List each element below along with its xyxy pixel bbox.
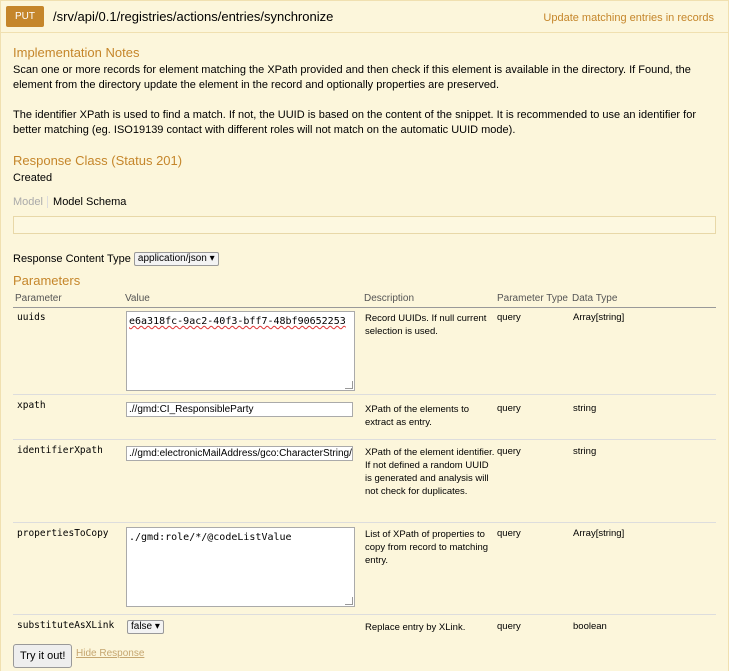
param-name: xpath bbox=[17, 400, 46, 411]
implementation-notes-heading: Implementation Notes bbox=[13, 45, 140, 60]
response-content-type: Response Content Type application/json ▾ bbox=[13, 252, 219, 266]
data-type: string bbox=[573, 403, 597, 414]
col-data-type: Data Type bbox=[572, 293, 618, 304]
data-type: Array[string] bbox=[573, 312, 625, 323]
col-value: Value bbox=[125, 293, 150, 304]
xpath-input[interactable]: .//gmd:CI_ResponsibleParty bbox=[126, 402, 353, 417]
data-type: boolean bbox=[573, 621, 607, 632]
param-description: XPath of the element identifier. If not … bbox=[365, 447, 495, 497]
param-name: identifierXpath bbox=[17, 445, 103, 456]
parameters-table-header: Parameter Value Description Parameter Ty… bbox=[13, 292, 716, 308]
param-row-xpath: xpath .//gmd:CI_ResponsibleParty XPath o… bbox=[13, 396, 716, 440]
param-name: propertiesToCopy bbox=[17, 528, 109, 539]
response-content-type-select[interactable]: application/json ▾ bbox=[133, 252, 219, 266]
endpoint-path[interactable]: /srv/api/0.1/registries/actions/entries/… bbox=[53, 9, 333, 24]
endpoint-summary[interactable]: Update matching entries in records bbox=[543, 12, 714, 24]
implementation-notes-para-1: Scan one or more records for element mat… bbox=[13, 64, 691, 91]
param-type: query bbox=[497, 528, 521, 539]
http-method-badge[interactable]: PUT bbox=[6, 6, 44, 27]
param-row-uuids: uuids e6a318fc-9ac2-40f3-bff7-48bf906522… bbox=[13, 308, 716, 395]
uuids-textarea[interactable]: e6a318fc-9ac2-40f3-bff7-48bf90652253 bbox=[126, 311, 355, 391]
resize-handle-icon[interactable] bbox=[345, 597, 353, 605]
param-type: query bbox=[497, 403, 521, 414]
properties-to-copy-textarea[interactable]: ./gmd:role/*/@codeListValue bbox=[126, 527, 355, 607]
param-description: XPath of the elements to extract as entr… bbox=[365, 404, 470, 428]
response-status-text: Created bbox=[13, 172, 53, 184]
data-type: string bbox=[573, 446, 597, 457]
col-parameter: Parameter bbox=[15, 293, 62, 304]
col-parameter-type: Parameter Type bbox=[497, 293, 568, 304]
identifier-xpath-input[interactable]: .//gmd:electronicMailAddress/gco:Charact… bbox=[126, 446, 353, 461]
operation-header[interactable]: PUT /srv/api/0.1/registries/actions/entr… bbox=[1, 1, 728, 33]
model-schema-snippet bbox=[13, 216, 716, 234]
data-type: Array[string] bbox=[573, 528, 625, 539]
param-row-identifier-xpath: identifierXpath .//gmd:electronicMailAdd… bbox=[13, 441, 716, 523]
tab-model-schema[interactable]: Model Schema bbox=[51, 196, 126, 208]
hide-response-link[interactable]: Hide Response bbox=[76, 648, 144, 659]
model-tabs: Model Model Schema bbox=[13, 196, 126, 208]
param-type: query bbox=[497, 621, 521, 632]
properties-to-copy-value: ./gmd:role/*/@codeListValue bbox=[129, 532, 292, 543]
param-type: query bbox=[497, 312, 521, 323]
param-description: Record UUIDs. If null current selection … bbox=[365, 313, 487, 337]
operation-panel: PUT /srv/api/0.1/registries/actions/entr… bbox=[0, 0, 729, 671]
col-description: Description bbox=[364, 293, 415, 304]
response-content-type-label: Response Content Type bbox=[13, 252, 131, 265]
parameters-heading: Parameters bbox=[13, 273, 81, 288]
param-type: query bbox=[497, 446, 521, 457]
param-name: substituteAsXLink bbox=[17, 620, 115, 631]
response-class-heading: Response Class (Status 201) bbox=[13, 153, 183, 168]
tab-model[interactable]: Model bbox=[13, 196, 48, 208]
uuids-value: e6a318fc-9ac2-40f3-bff7-48bf90652253 bbox=[129, 316, 346, 327]
param-name: uuids bbox=[17, 312, 46, 323]
implementation-notes-para-2: The identifier XPath is used to find a m… bbox=[13, 109, 696, 136]
param-row-substitute-as-xlink: substituteAsXLink false ▾ Replace entry … bbox=[13, 616, 716, 640]
resize-handle-icon[interactable] bbox=[345, 381, 353, 389]
param-description: List of XPath of properties to copy from… bbox=[365, 529, 489, 566]
param-row-properties-to-copy: propertiesToCopy ./gmd:role/*/@codeListV… bbox=[13, 524, 716, 615]
response-content-type-value: application/json bbox=[137, 253, 207, 264]
substitute-as-xlink-value: false bbox=[131, 621, 153, 632]
substitute-as-xlink-select[interactable]: false ▾ bbox=[127, 620, 164, 634]
try-it-out-button[interactable]: Try it out! bbox=[13, 644, 73, 668]
param-description: Replace entry by XLink. bbox=[365, 622, 466, 633]
